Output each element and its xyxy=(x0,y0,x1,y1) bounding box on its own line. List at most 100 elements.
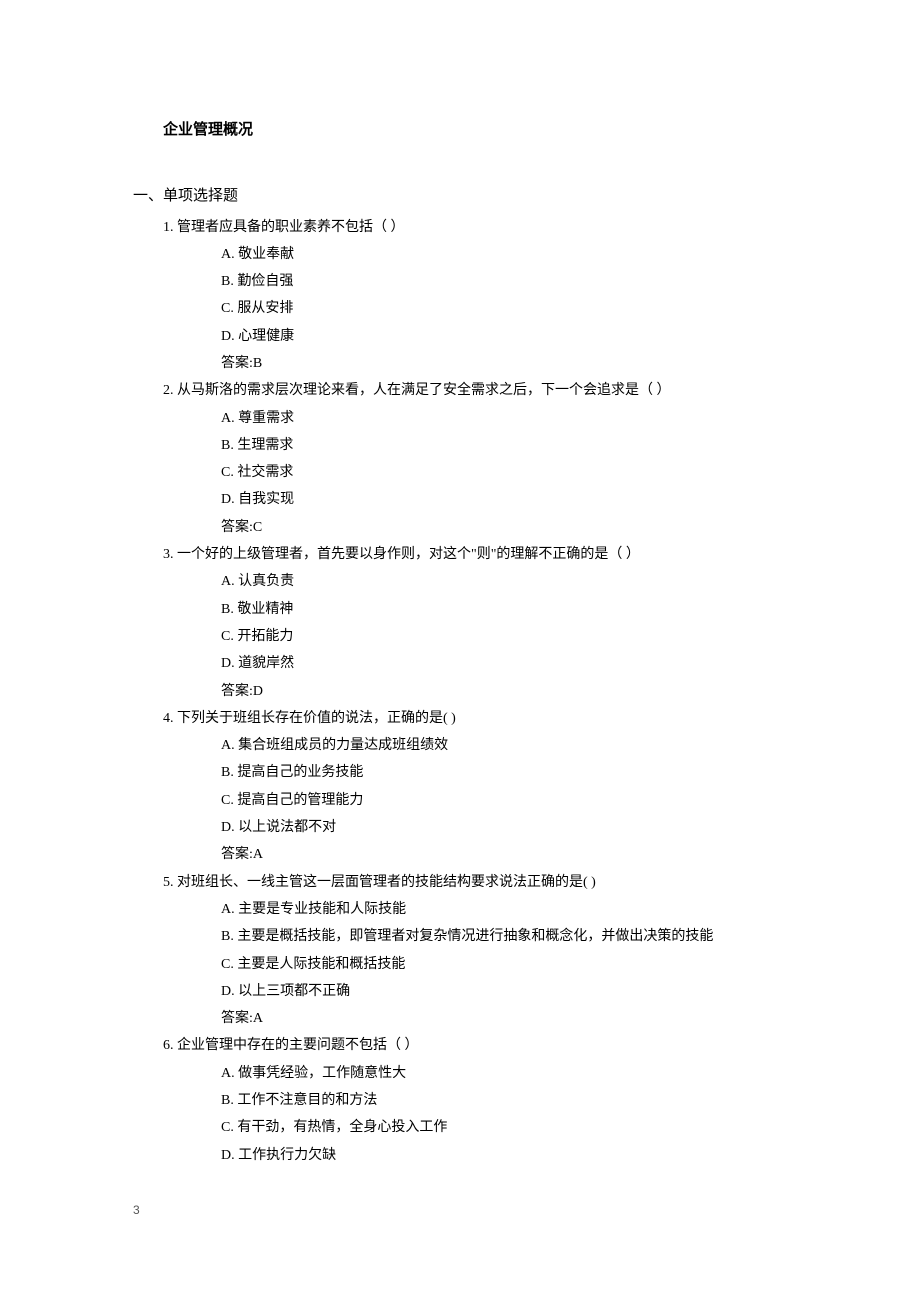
question-number: 3. xyxy=(163,547,174,562)
option-text: 以上三项都不正确 xyxy=(238,984,350,999)
option-text: 自我实现 xyxy=(238,492,294,507)
option-label: C. xyxy=(221,465,234,480)
question-block: 2. 从马斯洛的需求层次理论来看，人在满足了安全需求之后，下一个会追求是（ ） A… xyxy=(163,377,790,541)
question-block: 3. 一个好的上级管理者，首先要以身作则，对这个"则"的理解不正确的是（ ）A.… xyxy=(163,541,790,705)
question-text: 一个好的上级管理者，首先要以身作则，对这个"则"的理解不正确的是（ ） xyxy=(177,547,640,562)
option-line: C. 有干劲，有热情，全身心投入工作 xyxy=(221,1114,790,1141)
question-number: 5. xyxy=(163,875,174,890)
option-text: 以上说法都不对 xyxy=(238,820,336,835)
option-label: B. xyxy=(221,929,234,944)
option-label: D. xyxy=(221,1148,235,1163)
option-line: A. 敬业奉献 xyxy=(221,241,790,268)
answer-value: A xyxy=(253,847,263,862)
answer-line: 答案:A xyxy=(221,841,790,868)
questions-container: 1. 管理者应具备的职业素养不包括（ ）A. 敬业奉献B. 勤俭自强C. 服从安… xyxy=(133,214,790,1169)
question-stem: 4. 下列关于班组长存在价值的说法，正确的是( ) xyxy=(163,705,790,732)
question-stem: 3. 一个好的上级管理者，首先要以身作则，对这个"则"的理解不正确的是（ ） xyxy=(163,541,790,568)
option-line: D. 以上说法都不对 xyxy=(221,814,790,841)
option-line: D. 以上三项都不正确 xyxy=(221,978,790,1005)
option-line: B. 提高自己的业务技能 xyxy=(221,759,790,786)
option-text: 主要是专业技能和人际技能 xyxy=(238,902,406,917)
answer-line: 答案:A xyxy=(221,1005,790,1032)
option-line: B. 敬业精神 xyxy=(221,596,790,623)
option-text: 提高自己的管理能力 xyxy=(237,793,363,808)
question-block: 1. 管理者应具备的职业素养不包括（ ）A. 敬业奉献B. 勤俭自强C. 服从安… xyxy=(163,214,790,378)
option-line: C. 提高自己的管理能力 xyxy=(221,787,790,814)
option-label: C. xyxy=(221,629,234,644)
option-line: B. 工作不注意目的和方法 xyxy=(221,1087,790,1114)
option-text: 心理健康 xyxy=(238,329,294,344)
answer-line: 答案:B xyxy=(221,350,790,377)
option-line: D. 心理健康 xyxy=(221,323,790,350)
question-text: 管理者应具备的职业素养不包括（ ） xyxy=(177,220,405,235)
question-stem: 5. 对班组长、一线主管这一层面管理者的技能结构要求说法正确的是( ) xyxy=(163,869,790,896)
option-line: B. 生理需求 xyxy=(221,432,790,459)
option-text: 主要是人际技能和概括技能 xyxy=(237,957,405,972)
option-text: 社交需求 xyxy=(237,465,293,480)
question-stem: 1. 管理者应具备的职业素养不包括（ ） xyxy=(163,214,790,241)
option-label: B. xyxy=(221,1093,234,1108)
option-label: D. xyxy=(221,656,235,671)
option-label: A. xyxy=(221,574,235,589)
option-label: A. xyxy=(221,738,235,753)
option-text: 尊重需求 xyxy=(238,411,294,426)
question-number: 2. xyxy=(163,383,174,398)
option-label: D. xyxy=(221,492,235,507)
option-label: C. xyxy=(221,301,234,316)
question-stem: 6. 企业管理中存在的主要问题不包括（ ） xyxy=(163,1032,790,1059)
option-line: C. 主要是人际技能和概括技能 xyxy=(221,951,790,978)
option-text: 敬业精神 xyxy=(237,602,293,617)
option-label: B. xyxy=(221,438,234,453)
option-line: A. 认真负责 xyxy=(221,568,790,595)
option-text: 提高自己的业务技能 xyxy=(237,765,363,780)
option-line: D. 工作执行力欠缺 xyxy=(221,1142,790,1169)
option-line: C. 开拓能力 xyxy=(221,623,790,650)
option-label: A. xyxy=(221,1066,235,1081)
option-label: D. xyxy=(221,329,235,344)
option-text: 生理需求 xyxy=(237,438,293,453)
question-text: 企业管理中存在的主要问题不包括（ ） xyxy=(177,1038,419,1053)
option-text: 认真负责 xyxy=(238,574,294,589)
answer-line: 答案:D xyxy=(221,678,790,705)
question-block: 4. 下列关于班组长存在价值的说法，正确的是( )A. 集合班组成员的力量达成班… xyxy=(163,705,790,869)
option-text: 敬业奉献 xyxy=(238,247,294,262)
question-text: 从马斯洛的需求层次理论来看，人在满足了安全需求之后，下一个会追求是（ ） xyxy=(177,383,671,398)
answer-prefix: 答案: xyxy=(221,520,253,535)
option-line: D. 自我实现 xyxy=(221,486,790,513)
question-text: 下列关于班组长存在价值的说法，正确的是( ) xyxy=(177,711,456,726)
option-label: D. xyxy=(221,984,235,999)
option-text: 道貌岸然 xyxy=(238,656,294,671)
answer-prefix: 答案: xyxy=(221,847,253,862)
option-line: C. 社交需求 xyxy=(221,459,790,486)
section-heading: 一、单项选择题 xyxy=(133,182,790,211)
option-line: A. 做事凭经验，工作随意性大 xyxy=(221,1060,790,1087)
document-title: 企业管理概况 xyxy=(163,115,790,144)
option-line: A. 主要是专业技能和人际技能 xyxy=(221,896,790,923)
option-text: 有干劲，有热情，全身心投入工作 xyxy=(237,1120,447,1135)
option-line: D. 道貌岸然 xyxy=(221,650,790,677)
option-text: 集合班组成员的力量达成班组绩效 xyxy=(238,738,448,753)
answer-prefix: 答案: xyxy=(221,356,253,371)
answer-value: C xyxy=(253,520,262,535)
answer-value: D xyxy=(253,684,263,699)
option-text: 做事凭经验，工作随意性大 xyxy=(238,1066,406,1081)
option-line: A. 集合班组成员的力量达成班组绩效 xyxy=(221,732,790,759)
option-label: C. xyxy=(221,1120,234,1135)
document-page: 企业管理概况 一、单项选择题 1. 管理者应具备的职业素养不包括（ ）A. 敬业… xyxy=(0,0,920,1169)
option-text: 工作不注意目的和方法 xyxy=(237,1093,377,1108)
answer-prefix: 答案: xyxy=(221,1011,253,1026)
option-label: A. xyxy=(221,247,235,262)
answer-value: B xyxy=(253,356,262,371)
option-line: B. 主要是概括技能，即管理者对复杂情况进行抽象和概念化，并做出决策的技能 xyxy=(221,923,790,950)
option-label: A. xyxy=(221,902,235,917)
option-label: C. xyxy=(221,957,234,972)
option-line: C. 服从安排 xyxy=(221,295,790,322)
option-label: B. xyxy=(221,765,234,780)
question-text: 对班组长、一线主管这一层面管理者的技能结构要求说法正确的是( ) xyxy=(177,875,596,890)
option-label: A. xyxy=(221,411,235,426)
option-text: 勤俭自强 xyxy=(237,274,293,289)
option-text: 工作执行力欠缺 xyxy=(238,1148,336,1163)
question-block: 6. 企业管理中存在的主要问题不包括（ ）A. 做事凭经验，工作随意性大B. 工… xyxy=(163,1032,790,1168)
answer-line: 答案:C xyxy=(221,514,790,541)
option-line: A. 尊重需求 xyxy=(221,405,790,432)
